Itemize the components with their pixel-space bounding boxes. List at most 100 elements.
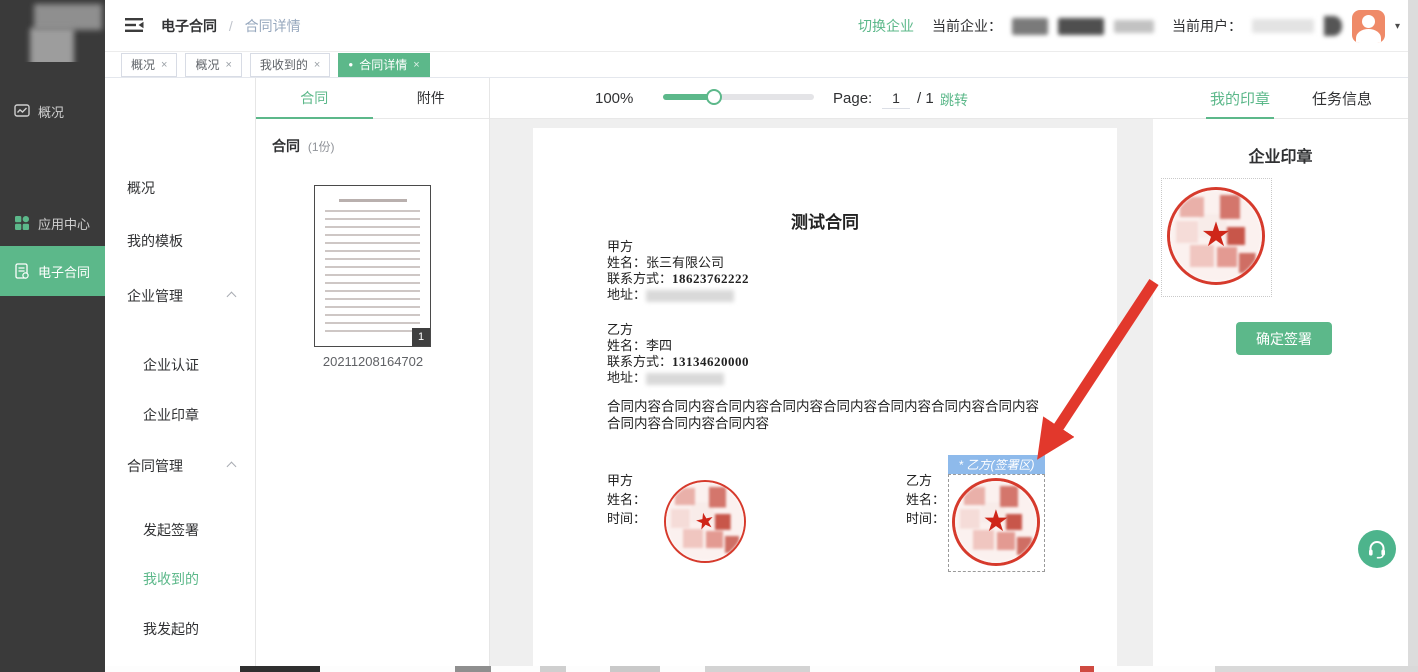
redacted-company-name bbox=[1114, 20, 1154, 33]
sidebar-item-app-center[interactable]: 应用中心 bbox=[0, 205, 105, 241]
tab-my-seal[interactable]: 我的印章 bbox=[1210, 78, 1270, 119]
redacted-company-name bbox=[1012, 18, 1048, 35]
party-a-company-seal: ★ bbox=[664, 480, 746, 563]
party-b-sign-zone[interactable]: ★ bbox=[948, 474, 1045, 572]
window-fragment bbox=[540, 666, 566, 672]
submenu-item-company-cert[interactable]: 企业认证 bbox=[105, 354, 255, 376]
sign-zone-label: * 乙方(签署区) bbox=[948, 455, 1045, 474]
thumbnail-text-placeholder bbox=[339, 199, 407, 202]
contract-list-title: 合同 (1份) bbox=[272, 136, 335, 156]
right-panel-tabs: 我的印章 任务信息 bbox=[1210, 78, 1372, 119]
tab-label: 合同详情 bbox=[359, 56, 407, 73]
collapse-menu-icon[interactable] bbox=[125, 17, 145, 33]
avatar-person-icon bbox=[1362, 15, 1375, 28]
page-total: / 1 bbox=[917, 90, 934, 107]
switch-company-link[interactable]: 切换企业 bbox=[858, 16, 914, 36]
tab-attachment[interactable]: 附件 bbox=[373, 78, 490, 118]
submenu-item-overview[interactable]: 概况 bbox=[105, 177, 255, 199]
close-icon[interactable]: × bbox=[225, 59, 231, 71]
primary-sidebar: 概况 应用中心 电子合同 bbox=[0, 0, 105, 672]
page-number-input[interactable] bbox=[882, 87, 910, 109]
tab-task-info[interactable]: 任务信息 bbox=[1312, 78, 1372, 119]
submenu-item-initiated[interactable]: 我发起的 bbox=[105, 618, 255, 640]
tab-label: 我收到的 bbox=[260, 56, 308, 73]
contact-label: 联系方式： bbox=[607, 271, 672, 286]
viewer-toolbar: 100% Page: / 1 跳转 我的印章 任务信息 bbox=[490, 78, 1408, 119]
contract-list-panel: 合同 附件 合同 (1份) 1 20211208164702 bbox=[256, 78, 490, 666]
contract-panel-tabs: 合同 附件 bbox=[256, 78, 489, 119]
my-seal-panel: 企业印章 ★ 确定签署 bbox=[1153, 119, 1408, 672]
breadcrumb-current-page: 合同详情 bbox=[245, 18, 301, 34]
party-b-signature-labels: 乙方 姓名： 时间： bbox=[906, 471, 945, 528]
party-b-company-seal[interactable]: ★ bbox=[952, 478, 1040, 566]
submenu-group-contract-mgmt[interactable]: 合同管理 bbox=[105, 455, 255, 477]
tab-overview-2[interactable]: 概况 × bbox=[185, 53, 241, 77]
contract-page-thumbnail[interactable]: 1 bbox=[314, 185, 431, 347]
submenu-item-initiate-sign[interactable]: 发起签署 bbox=[105, 519, 255, 541]
zoom-slider[interactable] bbox=[663, 94, 814, 100]
sidebar-item-label: 概况 bbox=[38, 102, 64, 121]
tab-received[interactable]: 我收到的 × bbox=[250, 53, 330, 77]
zoom-level-value: 100% bbox=[595, 90, 633, 107]
party-a-heading: 甲方 bbox=[607, 239, 749, 255]
window-fragment bbox=[240, 666, 320, 672]
sidebar-item-econtract[interactable]: 电子合同 bbox=[0, 246, 105, 296]
window-fragment bbox=[1080, 666, 1094, 672]
zoom-slider-thumb[interactable] bbox=[706, 89, 722, 105]
document-title: 测试合同 bbox=[533, 208, 1117, 233]
company-seal-image[interactable]: ★ bbox=[1167, 187, 1265, 285]
active-tab-dot-icon: ● bbox=[348, 61, 353, 69]
breadcrumb-econtract[interactable]: 电子合同 bbox=[161, 18, 217, 34]
user-menu-caret-icon[interactable]: ▾ bbox=[1395, 21, 1400, 32]
sign-time-label: 时间： bbox=[607, 509, 646, 528]
headset-icon bbox=[1366, 538, 1388, 560]
submenu-item-my-templates[interactable]: 我的模板 bbox=[105, 230, 255, 252]
party-a-info: 甲方 姓名：张三有限公司 联系方式：18623762222 地址： bbox=[607, 239, 749, 303]
confirm-sign-button[interactable]: 确定签署 bbox=[1236, 322, 1332, 355]
tab-contract-detail[interactable]: ● 合同详情 × bbox=[338, 53, 429, 77]
open-page-tabbar: 概况 × 概况 × 我收到的 × ● 合同详情 × bbox=[105, 52, 1418, 78]
party-b-info: 乙方 姓名：李四 联系方式：13134620000 地址： bbox=[607, 322, 749, 386]
party-b-heading: 乙方 bbox=[607, 322, 749, 338]
sidebar-item-overview[interactable]: 概况 bbox=[0, 93, 105, 129]
window-fragment bbox=[1215, 666, 1418, 672]
user-avatar[interactable] bbox=[1352, 10, 1385, 43]
contract-body-text: 合同内容合同内容合同内容合同内容合同内容合同内容合同内容合同内容合同内容合同内容… bbox=[607, 398, 1051, 432]
thumbnail-page-badge: 1 bbox=[412, 328, 430, 346]
sign-name-label: 姓名： bbox=[607, 490, 646, 509]
submenu-label: 发起签署 bbox=[143, 520, 199, 540]
submenu-item-company-seal[interactable]: 企业印章 bbox=[105, 404, 255, 426]
tab-label: 概况 bbox=[131, 56, 155, 73]
contact-label: 联系方式： bbox=[607, 354, 672, 369]
submenu-item-received[interactable]: 我收到的 bbox=[105, 568, 255, 590]
sign-name-label: 姓名： bbox=[906, 490, 945, 509]
submenu-group-company-mgmt[interactable]: 企业管理 bbox=[105, 285, 255, 307]
sidebar-item-label: 应用中心 bbox=[38, 214, 90, 233]
secondary-sidebar: 概况 我的模板 企业管理 企业认证 企业印章 合同管理 发起签署 我收到的 我发… bbox=[105, 78, 256, 666]
close-icon[interactable]: × bbox=[161, 59, 167, 71]
breadcrumb: 电子合同 / 合同详情 bbox=[161, 16, 301, 36]
jump-to-page-link[interactable]: 跳转 bbox=[940, 90, 968, 110]
page-label: Page: bbox=[833, 90, 872, 107]
address-label: 地址： bbox=[607, 370, 646, 385]
econtract-document-icon bbox=[14, 263, 30, 279]
tab-overview-1[interactable]: 概况 × bbox=[121, 53, 177, 77]
logo-redacted-blur bbox=[34, 4, 102, 30]
app-logo bbox=[0, 0, 105, 62]
customer-service-button[interactable] bbox=[1358, 530, 1396, 568]
list-count: (1份) bbox=[308, 140, 335, 154]
address-label: 地址： bbox=[607, 287, 646, 302]
window-fragment bbox=[455, 666, 491, 672]
list-title-text: 合同 bbox=[272, 138, 300, 154]
redacted-company-name bbox=[1058, 18, 1104, 35]
contact-number: 18623762222 bbox=[672, 271, 749, 286]
tab-contract[interactable]: 合同 bbox=[256, 78, 373, 118]
company-seal-draggable[interactable]: ★ bbox=[1161, 178, 1272, 297]
redacted-user-name bbox=[1324, 16, 1342, 36]
close-icon[interactable]: × bbox=[413, 59, 419, 71]
submenu-label: 合同管理 bbox=[127, 456, 183, 476]
window-fragment bbox=[705, 666, 810, 672]
close-icon[interactable]: × bbox=[314, 59, 320, 71]
breadcrumb-separator: / bbox=[229, 18, 233, 34]
submenu-label: 我发起的 bbox=[143, 619, 199, 639]
